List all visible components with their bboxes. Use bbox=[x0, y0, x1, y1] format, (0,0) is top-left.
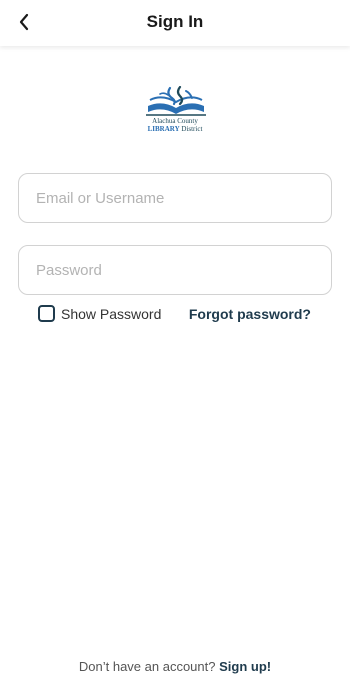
top-bar: Sign In bbox=[0, 0, 350, 46]
email-field-container bbox=[18, 173, 332, 223]
password-field-container bbox=[18, 245, 332, 295]
password-input[interactable] bbox=[19, 246, 331, 294]
show-password-label: Show Password bbox=[61, 305, 162, 322]
signup-link[interactable]: Sign up! bbox=[219, 659, 271, 674]
show-password-toggle[interactable]: Show Password bbox=[38, 305, 161, 322]
signup-prompt: Don’t have an account? Sign up! bbox=[0, 659, 350, 674]
forgot-password-link[interactable]: Forgot password? bbox=[189, 306, 311, 322]
show-password-checkbox[interactable] bbox=[38, 305, 55, 322]
signup-prompt-text: Don’t have an account? bbox=[78, 659, 216, 674]
email-input[interactable] bbox=[19, 174, 331, 222]
page-title: Sign In bbox=[146, 12, 204, 31]
logo-text-library: LIBRARY bbox=[147, 125, 180, 133]
logo-text-district: District bbox=[179, 125, 203, 133]
logo-text-line2: LIBRARY District bbox=[0, 125, 350, 133]
logo-text-line1: Alachua County bbox=[152, 117, 198, 125]
